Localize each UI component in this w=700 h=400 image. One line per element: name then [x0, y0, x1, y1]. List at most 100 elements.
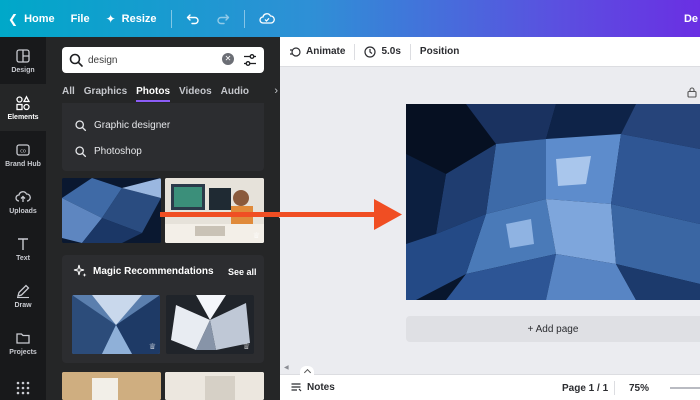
divider	[170, 9, 172, 28]
rail-item-text[interactable]: Text	[0, 225, 46, 272]
crown-icon: ♕	[242, 342, 250, 351]
divider	[614, 381, 615, 395]
layout-icon	[16, 48, 30, 63]
chevron-right-icon[interactable]: ›	[274, 85, 278, 97]
crown-icon: ♕	[252, 231, 260, 240]
sparkle-icon	[73, 264, 87, 277]
text-icon	[18, 237, 28, 250]
brand-kit-icon: co	[16, 143, 30, 156]
annotation-arrow	[160, 199, 402, 230]
redo-button[interactable]	[208, 0, 238, 37]
tab-audio[interactable]: Audio	[221, 86, 249, 100]
pen-icon	[17, 284, 30, 298]
context-toolbar: Animate 5.0s Position	[280, 37, 700, 67]
rail-item-elements[interactable]: Elements	[0, 84, 46, 131]
add-page-button[interactable]: + Add page	[406, 316, 700, 342]
magic-result-2[interactable]: ♕	[166, 295, 254, 354]
zoom-slider[interactable]	[670, 387, 700, 389]
file-label: File	[70, 12, 90, 25]
suggestion-item[interactable]: Graphic designer	[74, 115, 170, 135]
position-button[interactable]: Position	[411, 37, 468, 67]
account-name[interactable]: De	[684, 13, 698, 25]
notes-button[interactable]: Notes	[290, 381, 335, 393]
top-bar: ❮ Home File ✦ Resize De	[0, 0, 700, 37]
search-icon	[69, 53, 83, 67]
home-button[interactable]: ❮ Home	[0, 0, 63, 37]
photo-thumbnail	[62, 372, 161, 400]
rail-item-uploads[interactable]: Uploads	[0, 178, 46, 225]
photo-result-desk[interactable]	[165, 372, 264, 400]
search-icon	[75, 119, 87, 131]
chevron-left-icon: ❮	[8, 11, 19, 26]
rail-item-projects[interactable]: Projects	[0, 319, 46, 366]
suggestion-label: Graphic designer	[94, 119, 171, 131]
add-page-label: + Add page	[527, 323, 579, 335]
svg-text:co: co	[20, 148, 26, 154]
upload-cloud-icon	[15, 190, 31, 202]
horizontal-scrollbar[interactable]: ◀	[280, 362, 700, 372]
photo-thumbnail	[165, 372, 264, 400]
crown-icon: ♕	[148, 342, 156, 351]
duration-label: 5.0s	[381, 46, 401, 57]
magic-recommendations-title: Magic Recommendations	[93, 266, 214, 277]
home-label: Home	[24, 12, 55, 25]
scroll-left-icon[interactable]: ◀	[284, 364, 289, 371]
save-status-button[interactable]	[251, 0, 283, 37]
clear-icon[interactable]: ✕	[222, 53, 234, 65]
animate-button[interactable]: Animate	[280, 37, 354, 67]
photo-result-cork[interactable]	[62, 372, 161, 400]
tab-photos[interactable]: Photos	[136, 86, 170, 102]
file-menu-button[interactable]: File	[63, 0, 98, 37]
rail-label: Design	[11, 66, 35, 74]
search-box: ✕	[62, 47, 264, 73]
tab-graphics[interactable]: Graphics	[84, 86, 127, 100]
position-label: Position	[419, 46, 460, 57]
photo-result-architecture[interactable]	[62, 178, 161, 243]
shapes-icon	[16, 94, 31, 110]
undo-button[interactable]	[178, 0, 208, 37]
lock-icon[interactable]	[686, 86, 698, 98]
rail-item-brand-hub[interactable]: co Brand Hub	[0, 131, 46, 178]
expand-pages-handle[interactable]	[300, 366, 314, 376]
magic-result-1[interactable]: ♕	[72, 295, 160, 354]
undo-icon	[186, 13, 199, 24]
divider	[243, 9, 245, 28]
clock-icon	[364, 45, 377, 58]
photo-thumbnail	[72, 295, 160, 354]
search-suggestions: Graphic designer Photoshop	[62, 103, 264, 171]
rail-label: Brand Hub	[5, 160, 41, 168]
rail-label: Projects	[9, 348, 37, 356]
rail-item-apps[interactable]	[0, 366, 46, 400]
notes-label: Notes	[307, 381, 335, 393]
rail-item-design[interactable]: Design	[0, 37, 46, 84]
tab-videos[interactable]: Videos	[179, 86, 212, 100]
page-indicator[interactable]: Page 1 / 1	[562, 383, 608, 394]
rail-label: Elements	[7, 113, 39, 121]
photo-thumbnail	[166, 295, 254, 354]
notes-icon	[291, 383, 302, 392]
suggestion-label: Photoshop	[94, 145, 142, 157]
resize-button[interactable]: ✦ Resize	[98, 0, 165, 37]
category-tabs: All Graphics Photos Videos Audio	[62, 83, 280, 103]
filter-sliders-icon[interactable]	[242, 52, 258, 68]
duration-button[interactable]: 5.0s	[355, 37, 409, 67]
redo-icon	[216, 13, 229, 24]
rail-label: Text	[16, 254, 30, 262]
zoom-level[interactable]: 75%	[629, 383, 649, 394]
see-all-link[interactable]: See all	[228, 267, 257, 277]
architecture-photo	[406, 104, 700, 300]
sparkle-icon: ✦	[105, 11, 116, 26]
apps-grid-icon	[16, 381, 30, 395]
rail-label: Uploads	[9, 207, 37, 215]
design-page[interactable]	[406, 104, 700, 300]
photo-thumbnail	[62, 178, 161, 243]
resize-label: Resize	[121, 12, 157, 25]
suggestion-item[interactable]: Photoshop	[74, 141, 142, 161]
search-icon	[75, 145, 87, 157]
tab-all[interactable]: All	[62, 86, 75, 100]
animate-icon	[290, 46, 301, 57]
cloud-check-icon	[258, 12, 275, 24]
search-input[interactable]	[88, 51, 218, 69]
rail-item-draw[interactable]: Draw	[0, 272, 46, 319]
rail-label: Draw	[14, 301, 32, 309]
